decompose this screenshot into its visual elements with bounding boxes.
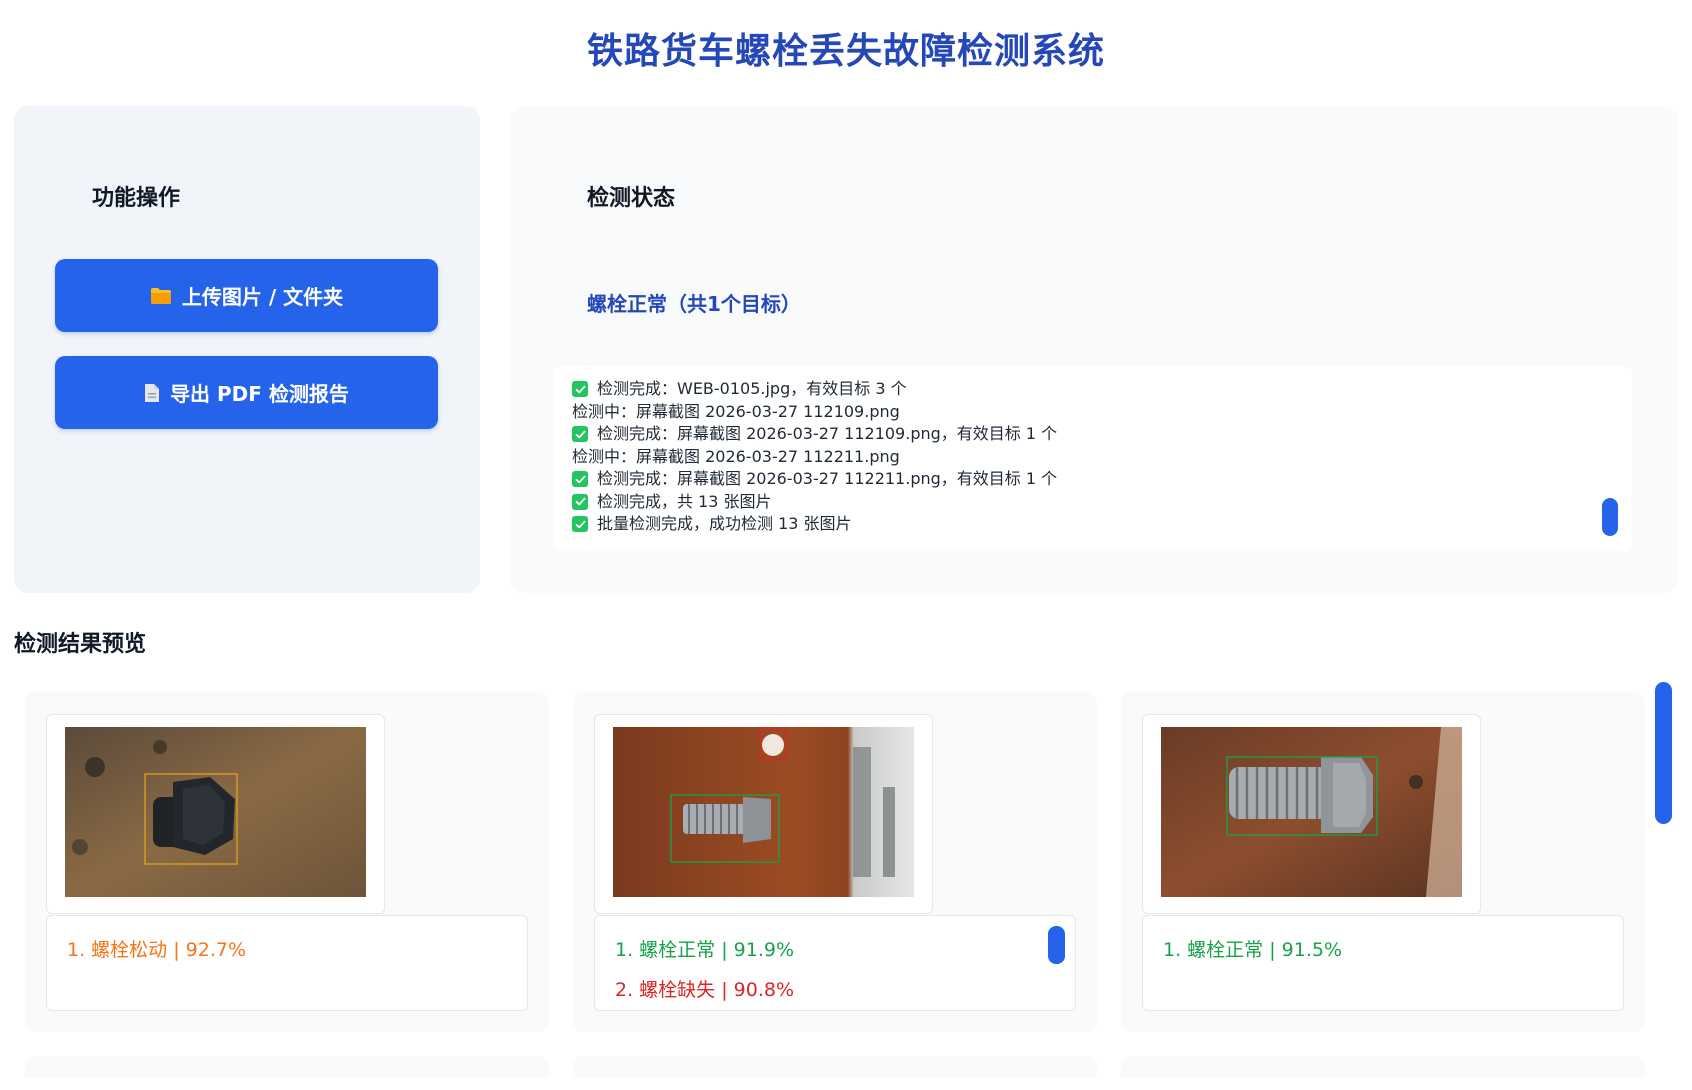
log-text: 检测中：屏幕截图 2026-03-27 112109.png [572,401,900,421]
result-list-scrollbar[interactable] [1048,926,1065,964]
status-summary: 螺栓正常（共1个目标） [587,292,801,316]
export-button-label: 导出 PDF 检测报告 [170,382,349,406]
result-item: 1. 螺栓正常 | 91.9% [615,939,795,961]
control-panel-title: 功能操作 [92,186,181,211]
result-card-partial [25,1056,549,1078]
control-panel: 功能操作 上传图片 / 文件夹 导出 PDF 检测报告 [14,106,480,593]
log-text: 检测中：屏幕截图 2026-03-27 112211.png [572,446,900,466]
upload-button[interactable]: 上传图片 / 文件夹 [55,259,438,332]
result-card: 1. 螺栓松动 | 92.7% [25,692,549,1032]
result-item: 1. 螺栓正常 | 91.5% [1163,939,1343,961]
log-line: 检测中：屏幕截图 2026-03-27 112109.png [572,401,1614,424]
log-text: 检测完成：WEB-0105.jpg，有效目标 3 个 [597,379,907,398]
check-icon [572,471,588,488]
log-line: 检测完成：屏幕截图 2026-03-27 112211.png，有效目标 1 个 [572,468,1614,491]
result-card-partial [573,1056,1097,1078]
result-image-frame [594,714,933,914]
log-text: 批量检测完成，成功检测 13 张图片 [597,514,852,533]
log-text: 检测完成，共 13 张图片 [597,491,772,511]
check-icon [572,516,588,533]
check-icon [572,381,588,398]
status-panel-title: 检测状态 [587,186,676,211]
upload-button-label: 上传图片 / 文件夹 [181,285,344,309]
result-item: 1. 螺栓松动 | 92.7% [67,939,247,961]
status-panel: 检测状态 螺栓正常（共1个目标） 检测完成：WEB-0105.jpg，有效目标 … [510,106,1678,593]
folder-icon [150,287,172,305]
log-scrollbar[interactable] [1602,498,1618,536]
export-pdf-button[interactable]: 导出 PDF 检测报告 [55,356,438,429]
log-line: 检测完成：WEB-0105.jpg，有效目标 3 个 [572,378,1614,401]
log-line: 检测中：屏幕截图 2026-03-27 112211.png [572,446,1614,469]
result-list: 1. 螺栓正常 | 91.5% [1142,915,1624,1011]
log-text: 检测完成：屏幕截图 2026-03-27 112211.png，有效目标 1 个 [597,469,1058,488]
page-scrollbar[interactable] [1655,682,1672,824]
check-icon [572,493,588,510]
result-card: 1. 螺栓正常 | 91.5% [1121,692,1645,1032]
log-line: 检测完成，共 13 张图片 [572,491,1614,514]
app-title: 铁路货车螺栓丢失故障检测系统 [586,31,1105,72]
result-card-partial [1121,1056,1645,1078]
result-item: 2. 螺栓缺失 | 90.8% [615,979,795,1001]
result-list[interactable]: 1. 螺栓正常 | 91.9% 2. 螺栓缺失 | 90.8% [594,915,1076,1011]
result-list: 1. 螺栓松动 | 92.7% [46,915,528,1011]
check-icon [572,426,588,443]
result-image [1161,727,1462,897]
result-image [613,727,914,897]
log-line: 检测完成：屏幕截图 2026-03-27 112109.png，有效目标 1 个 [572,423,1614,446]
result-image [65,727,366,897]
result-card: 1. 螺栓正常 | 91.9% 2. 螺栓缺失 | 90.8% [573,692,1097,1032]
results-section-title: 检测结果预览 [14,632,147,657]
log-text: 检测完成：屏幕截图 2026-03-27 112109.png，有效目标 1 个 [597,424,1058,443]
result-image-frame [1142,714,1481,914]
document-icon [144,383,160,403]
detection-log[interactable]: 检测完成：WEB-0105.jpg，有效目标 3 个检测中：屏幕截图 2026-… [554,366,1632,551]
log-line: 批量检测完成，成功检测 13 张图片 [572,513,1614,536]
result-image-frame [46,714,385,914]
app-page: 铁路货车螺栓丢失故障检测系统 功能操作 上传图片 / 文件夹 导出 PDF 检测… [0,0,1692,1090]
